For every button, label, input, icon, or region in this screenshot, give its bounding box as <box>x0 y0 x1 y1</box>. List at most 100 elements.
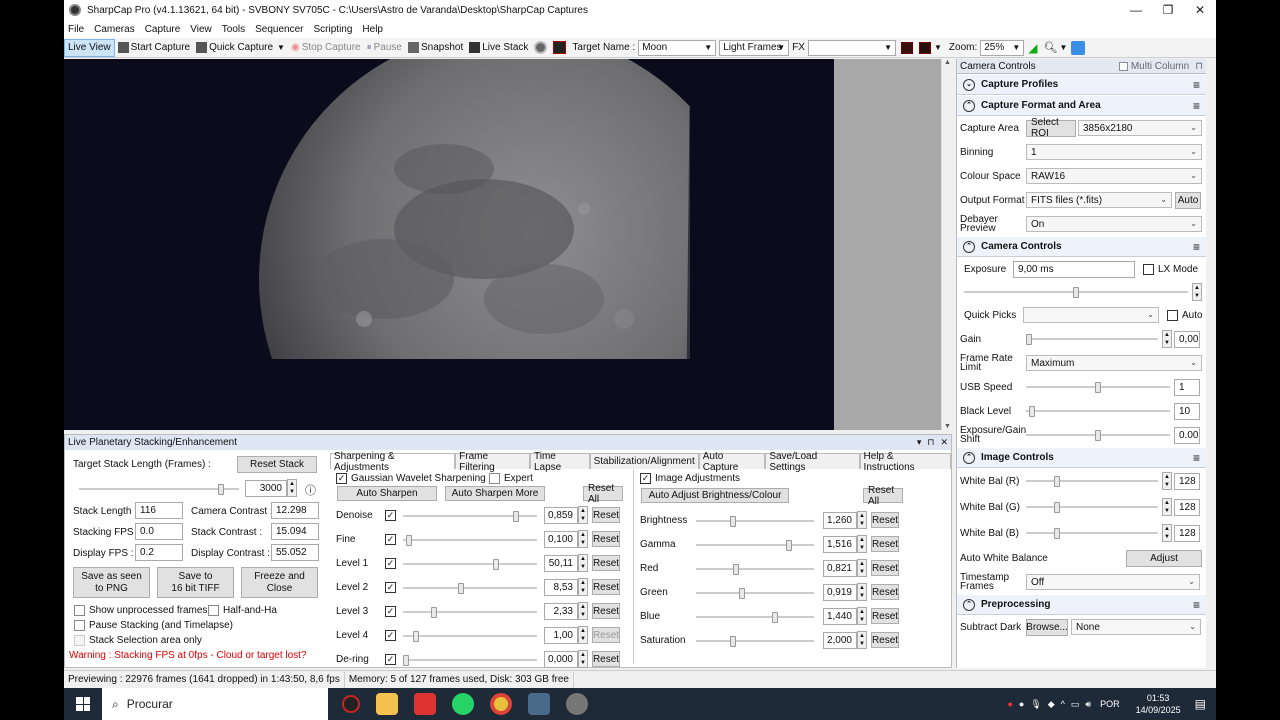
sharpen-row-spinner[interactable]: ▲ ▼ <box>578 626 588 644</box>
black-level-slider[interactable] <box>1026 406 1170 417</box>
sharpen-row-checkbox[interactable]: ✓ <box>385 606 396 617</box>
sharpen-row-reset-button[interactable]: Reset <box>592 627 620 643</box>
adjust-row-slider[interactable] <box>696 588 814 599</box>
target-stack-slider[interactable] <box>79 484 239 495</box>
wb-g-input[interactable]: 128 <box>1174 498 1200 516</box>
reset-stack-button[interactable]: Reset Stack <box>237 456 317 473</box>
camera-controls-section[interactable]: ⌃ Camera Controls ≡ <box>957 237 1206 257</box>
chevron-down-icon[interactable]: ▾ <box>917 437 922 448</box>
language-indicator[interactable]: POR <box>1100 699 1120 709</box>
quick-picks-select[interactable]: ⌄ <box>1023 307 1159 323</box>
sharpen-row-value[interactable]: 0,100 <box>544 531 578 548</box>
menu-tools[interactable]: Tools <box>222 24 245 35</box>
chevron-up-icon[interactable]: ⌃ <box>963 240 975 253</box>
sharpen-row-reset-button[interactable]: Reset <box>592 603 620 619</box>
camera-controls-scrollbar[interactable] <box>1206 59 1216 668</box>
sharpen-row-slider[interactable] <box>403 583 537 594</box>
target-name-select[interactable]: Moon ▼ <box>638 39 717 56</box>
menu-sequencer[interactable]: Sequencer <box>255 24 303 35</box>
sharpen-row-spinner[interactable]: ▲ ▼ <box>578 506 588 524</box>
wb-b-input[interactable]: 128 <box>1174 524 1200 542</box>
tab-auto-capture[interactable]: Auto Capture <box>698 451 766 473</box>
color-square-icon[interactable] <box>900 41 913 54</box>
sharpen-row-value[interactable]: 1,00 <box>544 627 578 644</box>
whatsapp-icon[interactable] <box>452 693 474 715</box>
adjust-row-spinner[interactable]: ▲ ▼ <box>857 583 867 601</box>
chevron-up-icon[interactable]: ⌃ <box>963 99 975 112</box>
sharpen-row-reset-button[interactable]: Reset <box>592 651 620 667</box>
tab-sharpening[interactable]: Sharpening & Adjustments <box>330 451 456 473</box>
tray-network-icon[interactable]: ▭ <box>1071 699 1080 710</box>
adjust-row-reset-button[interactable]: Reset <box>871 536 899 552</box>
wb-b-spinner[interactable]: ▲ ▼ <box>1162 524 1172 542</box>
exposure-input[interactable]: 9,00 ms <box>1013 260 1135 278</box>
chevron-down-icon[interactable]: ▼ <box>277 43 285 52</box>
capture-profiles-section[interactable]: ⌄ Capture Profiles ≡ <box>957 75 1206 95</box>
notifications-icon[interactable]: ▤ <box>1195 697 1206 711</box>
target-stack-spinner[interactable]: ▲ ▼ <box>287 479 297 497</box>
scroll-up-icon[interactable]: ▲ <box>942 59 953 66</box>
store-icon[interactable] <box>414 693 436 715</box>
adjust-row-spinner[interactable]: ▲ ▼ <box>857 631 867 649</box>
pin-icon[interactable]: ⊓ <box>927 437 934 448</box>
show-unprocessed-checkbox[interactable] <box>74 605 85 616</box>
multi-column-checkbox[interactable] <box>1118 61 1128 71</box>
wb-r-spinner[interactable]: ▲ ▼ <box>1162 472 1172 490</box>
preprocessing-section[interactable]: ⌃ Preprocessing ≡ <box>957 595 1206 615</box>
timestamp-select[interactable]: Off ⌄ <box>1026 574 1200 590</box>
gain-spinner[interactable]: ▲ ▼ <box>1162 330 1172 348</box>
sharpen-row-slider[interactable] <box>403 655 537 666</box>
gain-slider[interactable] <box>1026 334 1158 345</box>
tray-chevron-icon[interactable]: ^ <box>1061 699 1065 709</box>
image-adjustments-checkbox[interactable]: ✓ <box>640 473 651 484</box>
auto-adjust-button[interactable]: Auto Adjust Brightness/Colour <box>641 488 789 503</box>
pin-icon[interactable] <box>1071 40 1086 55</box>
menu-view[interactable]: View <box>190 24 212 35</box>
chevron-up-icon[interactable]: ⌃ <box>963 598 975 611</box>
adjust-row-slider[interactable] <box>696 636 814 647</box>
frame-type-select[interactable]: Light Frames ▼ <box>719 39 790 56</box>
lx-mode-checkbox[interactable] <box>1143 263 1154 275</box>
adjust-row-reset-button[interactable]: Reset <box>871 608 899 624</box>
sharpen-row-reset-button[interactable]: Reset <box>592 579 620 595</box>
sharpen-row-checkbox[interactable]: ✓ <box>385 582 396 593</box>
chevron-down-icon[interactable]: ▼ <box>1059 43 1067 52</box>
start-capture-button[interactable]: Start Capture <box>115 39 193 57</box>
sharpen-row-checkbox[interactable]: ✓ <box>385 630 396 641</box>
debayer-select[interactable]: On ⌄ <box>1026 216 1202 232</box>
black-level-input[interactable]: 10 <box>1174 402 1200 420</box>
fx-select[interactable]: ▼ <box>807 39 896 56</box>
chrome-icon[interactable] <box>490 693 512 715</box>
live-view-button[interactable]: Live View <box>64 38 115 57</box>
adjust-row-reset-button[interactable]: Reset <box>871 512 899 528</box>
exposure-gain-shift-slider[interactable] <box>1026 430 1170 441</box>
freeze-close-button[interactable]: Freeze and Close <box>241 567 318 598</box>
menu-scripting[interactable]: Scripting <box>314 24 353 35</box>
capture-format-section[interactable]: ⌃ Capture Format and Area ≡ <box>957 96 1206 116</box>
image-controls-section[interactable]: ⌃ Image Controls ≡ <box>957 448 1206 468</box>
adjust-row-value[interactable]: 2,000 <box>823 632 857 649</box>
screen-recorder-icon[interactable] <box>342 695 360 713</box>
live-view-image[interactable] <box>64 59 834 430</box>
wb-g-spinner[interactable]: ▲ ▼ <box>1162 498 1172 516</box>
taskbar-search[interactable]: ⌕ Procurar <box>102 688 328 720</box>
sharpen-row-checkbox[interactable]: ✓ <box>385 534 396 545</box>
live-stack-button[interactable]: Live Stack <box>466 39 531 57</box>
sharpen-row-checkbox[interactable]: ✓ <box>385 654 396 665</box>
sharpen-row-slider[interactable] <box>403 535 537 546</box>
adjust-row-spinner[interactable]: ▲ ▼ <box>857 559 867 577</box>
sharpen-row-reset-button[interactable]: Reset <box>592 531 620 547</box>
chevron-down-icon[interactable]: ⌄ <box>963 78 975 91</box>
tab-stabilization[interactable]: Stabilization/Alignment <box>589 453 699 469</box>
sharpen-row-value[interactable]: 0,000 <box>544 651 578 668</box>
tray-app-icon[interactable]: ● <box>1019 699 1024 709</box>
tray-mic-icon[interactable]: 🎙︎ <box>1030 699 1041 710</box>
auto-sharpen-more-button[interactable]: Auto Sharpen More <box>445 486 545 501</box>
zoom-select[interactable]: 25% ▼ <box>980 39 1025 56</box>
menu-help[interactable]: Help <box>362 24 383 35</box>
zoom-magnifier-icon[interactable]: 🔍︎ <box>1043 41 1057 54</box>
select-roi-button[interactable]: Select ROI <box>1026 117 1076 139</box>
adjust-reset-all-button[interactable]: Reset All <box>863 485 903 507</box>
sharpen-row-checkbox[interactable]: ✓ <box>385 558 396 569</box>
sharpen-row-spinner[interactable]: ▲ ▼ <box>578 578 588 596</box>
